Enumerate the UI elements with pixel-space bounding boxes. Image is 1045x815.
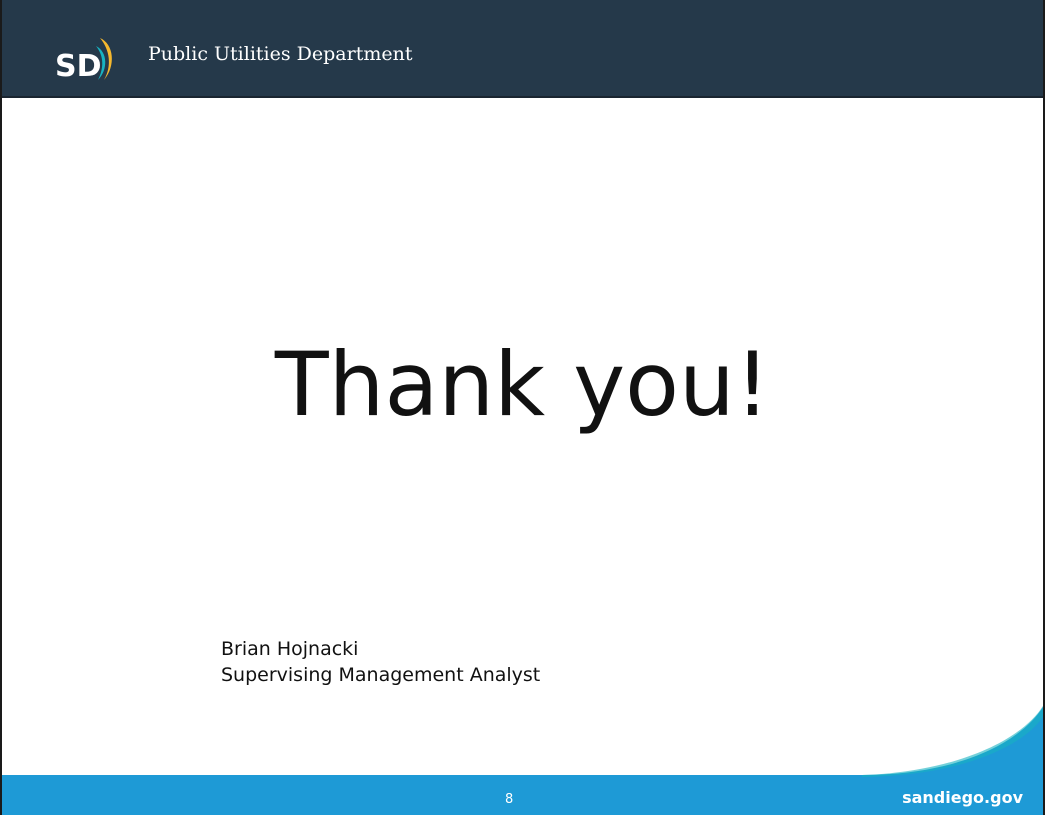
slide: SD Public Utilities Department Thank you… xyxy=(0,0,1045,815)
sd-logo: SD xyxy=(55,38,112,82)
logo-lettering: SD xyxy=(55,49,102,82)
page-number: 8 xyxy=(505,792,514,807)
site-url: sandiego.gov xyxy=(902,788,1023,807)
header-bar: SD Public Utilities Department xyxy=(2,0,1043,98)
presenter-name: Brian Hojnacki xyxy=(221,638,359,660)
department-title: Public Utilities Department xyxy=(148,43,413,65)
thank-you-headline: Thank you! xyxy=(274,333,771,436)
footer-wave xyxy=(2,705,1043,815)
